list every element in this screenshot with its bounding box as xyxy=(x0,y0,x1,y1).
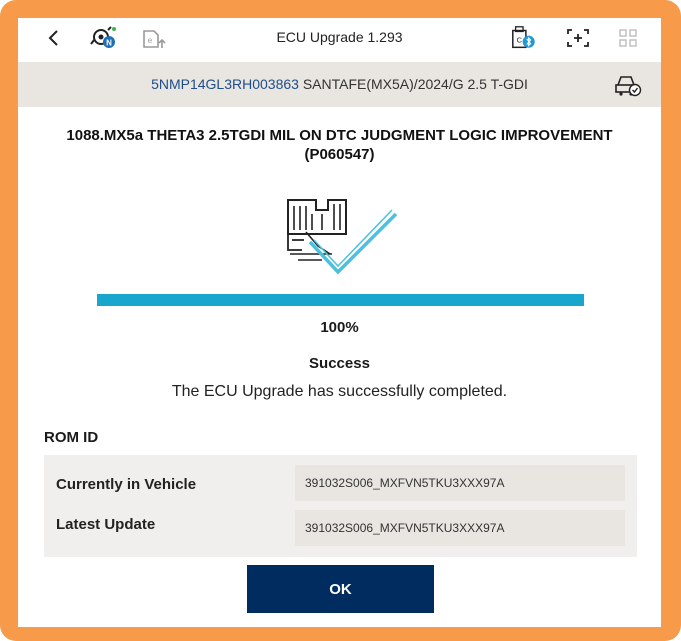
svg-text:C: C xyxy=(517,36,523,45)
ecu-success-icon xyxy=(282,190,402,276)
vehicle-info-bar: 5NMP14GL3RH003863 SANTAFE(MX5A)/2024/G 2… xyxy=(18,62,661,107)
rom-id-label: ROM ID xyxy=(44,429,99,446)
progress-bar xyxy=(97,294,584,306)
rom-row-label-latest: Latest Update xyxy=(56,516,156,533)
vehicle-check-icon[interactable] xyxy=(613,72,643,98)
progress-percent: 100% xyxy=(320,319,359,336)
rom-value-latest: 391032S006_MXFVN5TKU3XXX97A xyxy=(295,510,625,546)
ok-button[interactable]: OK xyxy=(247,565,434,613)
vin-text: 5NMP14GL3RH003863 xyxy=(151,76,299,92)
status-text: Success xyxy=(309,355,370,372)
upgrade-title: 1088.MX5a THETA3 2.5TGDI MIL ON DTC JUDG… xyxy=(66,127,613,163)
screen-capture-icon[interactable] xyxy=(564,26,592,50)
progress-fill xyxy=(97,294,584,306)
status-message: The ECU Upgrade has successfully complet… xyxy=(171,383,508,400)
rom-id-table: Currently in Vehicle 391032S006_MXFVN5TK… xyxy=(44,455,637,557)
vehicle-info: 5NMP14GL3RH003863 SANTAFE(MX5A)/2024/G 2… xyxy=(18,76,661,92)
app-screen: N e ECU Upgrade 1.293 C 5NMP14GL3RH00386… xyxy=(18,18,661,627)
rom-value-current: 391032S006_MXFVN5TKU3XXX97A xyxy=(295,465,625,501)
device-frame: N e ECU Upgrade 1.293 C 5NMP14GL3RH00386… xyxy=(0,0,681,641)
top-bar: N e ECU Upgrade 1.293 C xyxy=(18,18,661,58)
grid-icon[interactable] xyxy=(614,26,642,50)
vci-bluetooth-icon[interactable]: C xyxy=(510,26,538,50)
rom-row-label-current: Currently in Vehicle xyxy=(56,476,197,493)
vehicle-model: SANTAFE(MX5A)/2024/G 2.5 T-GDI xyxy=(302,76,528,92)
